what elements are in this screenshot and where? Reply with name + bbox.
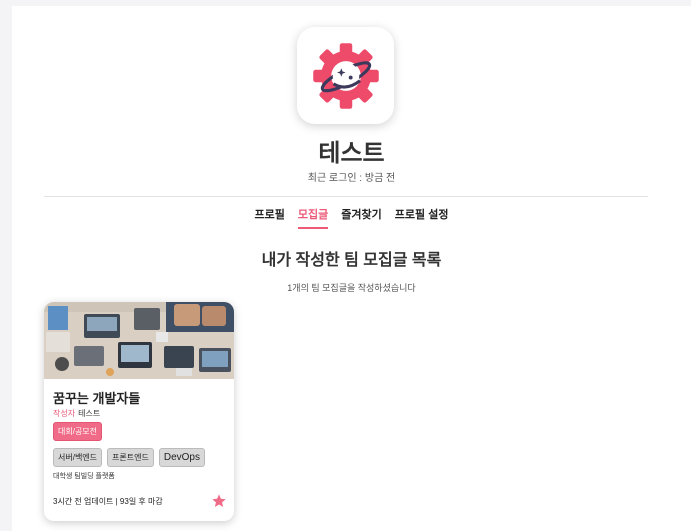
author-label: 작성자 — [53, 409, 76, 418]
profile-tabs: 프로필 모집글 즐겨찾기 프로필 설정 — [12, 206, 691, 229]
divider — [44, 196, 648, 197]
post-title[interactable]: 꿈꾸는 개발자들 — [53, 388, 140, 407]
profile-name: 테스트 — [318, 140, 385, 167]
tag-chip: 서버/백엔드 — [53, 448, 103, 467]
tab-profile[interactable]: 프로필 — [255, 206, 285, 229]
tag-list: 서버/백엔드 프론트엔드 DevOps — [53, 448, 205, 467]
profile-page: 테스트 최근 로그인 : 방금 전 프로필 모집글 즐겨찾기 프로필 설정 내가… — [12, 6, 691, 531]
post-meta: 3시간 전 업데이트 | 93일 후 마감 — [53, 497, 163, 506]
tab-posts[interactable]: 모집글 — [297, 206, 329, 229]
post-author: 작성자 테스트 — [53, 408, 100, 419]
section-subtitle: 1개의 팀 모집글을 작성하셨습니다 — [287, 283, 416, 293]
last-login-text: 최근 로그인 : 방금 전 — [307, 173, 396, 184]
tab-profile-settings[interactable]: 프로필 설정 — [395, 206, 449, 229]
author-name: 테스트 — [78, 409, 101, 418]
tab-favorites[interactable]: 즐겨찾기 — [341, 206, 381, 229]
post-card[interactable]: 꿈꾸는 개발자들 작성자 테스트 대회/공모전 서버/백엔드 프론트엔드 DevO… — [44, 302, 234, 521]
post-description: 대학생 팀빌딩 플랫폼 — [53, 473, 115, 480]
tag-chip: 프론트엔드 — [107, 448, 154, 467]
category-badge: 대회/공모전 — [53, 422, 103, 441]
profile-avatar — [297, 27, 394, 124]
star-icon[interactable] — [211, 493, 227, 509]
section-title: 내가 작성한 팀 모집글 목록 — [261, 252, 442, 269]
post-thumbnail-image — [44, 302, 234, 379]
gear-planet-logo-icon — [312, 42, 379, 109]
tag-chip: DevOps — [158, 448, 205, 467]
